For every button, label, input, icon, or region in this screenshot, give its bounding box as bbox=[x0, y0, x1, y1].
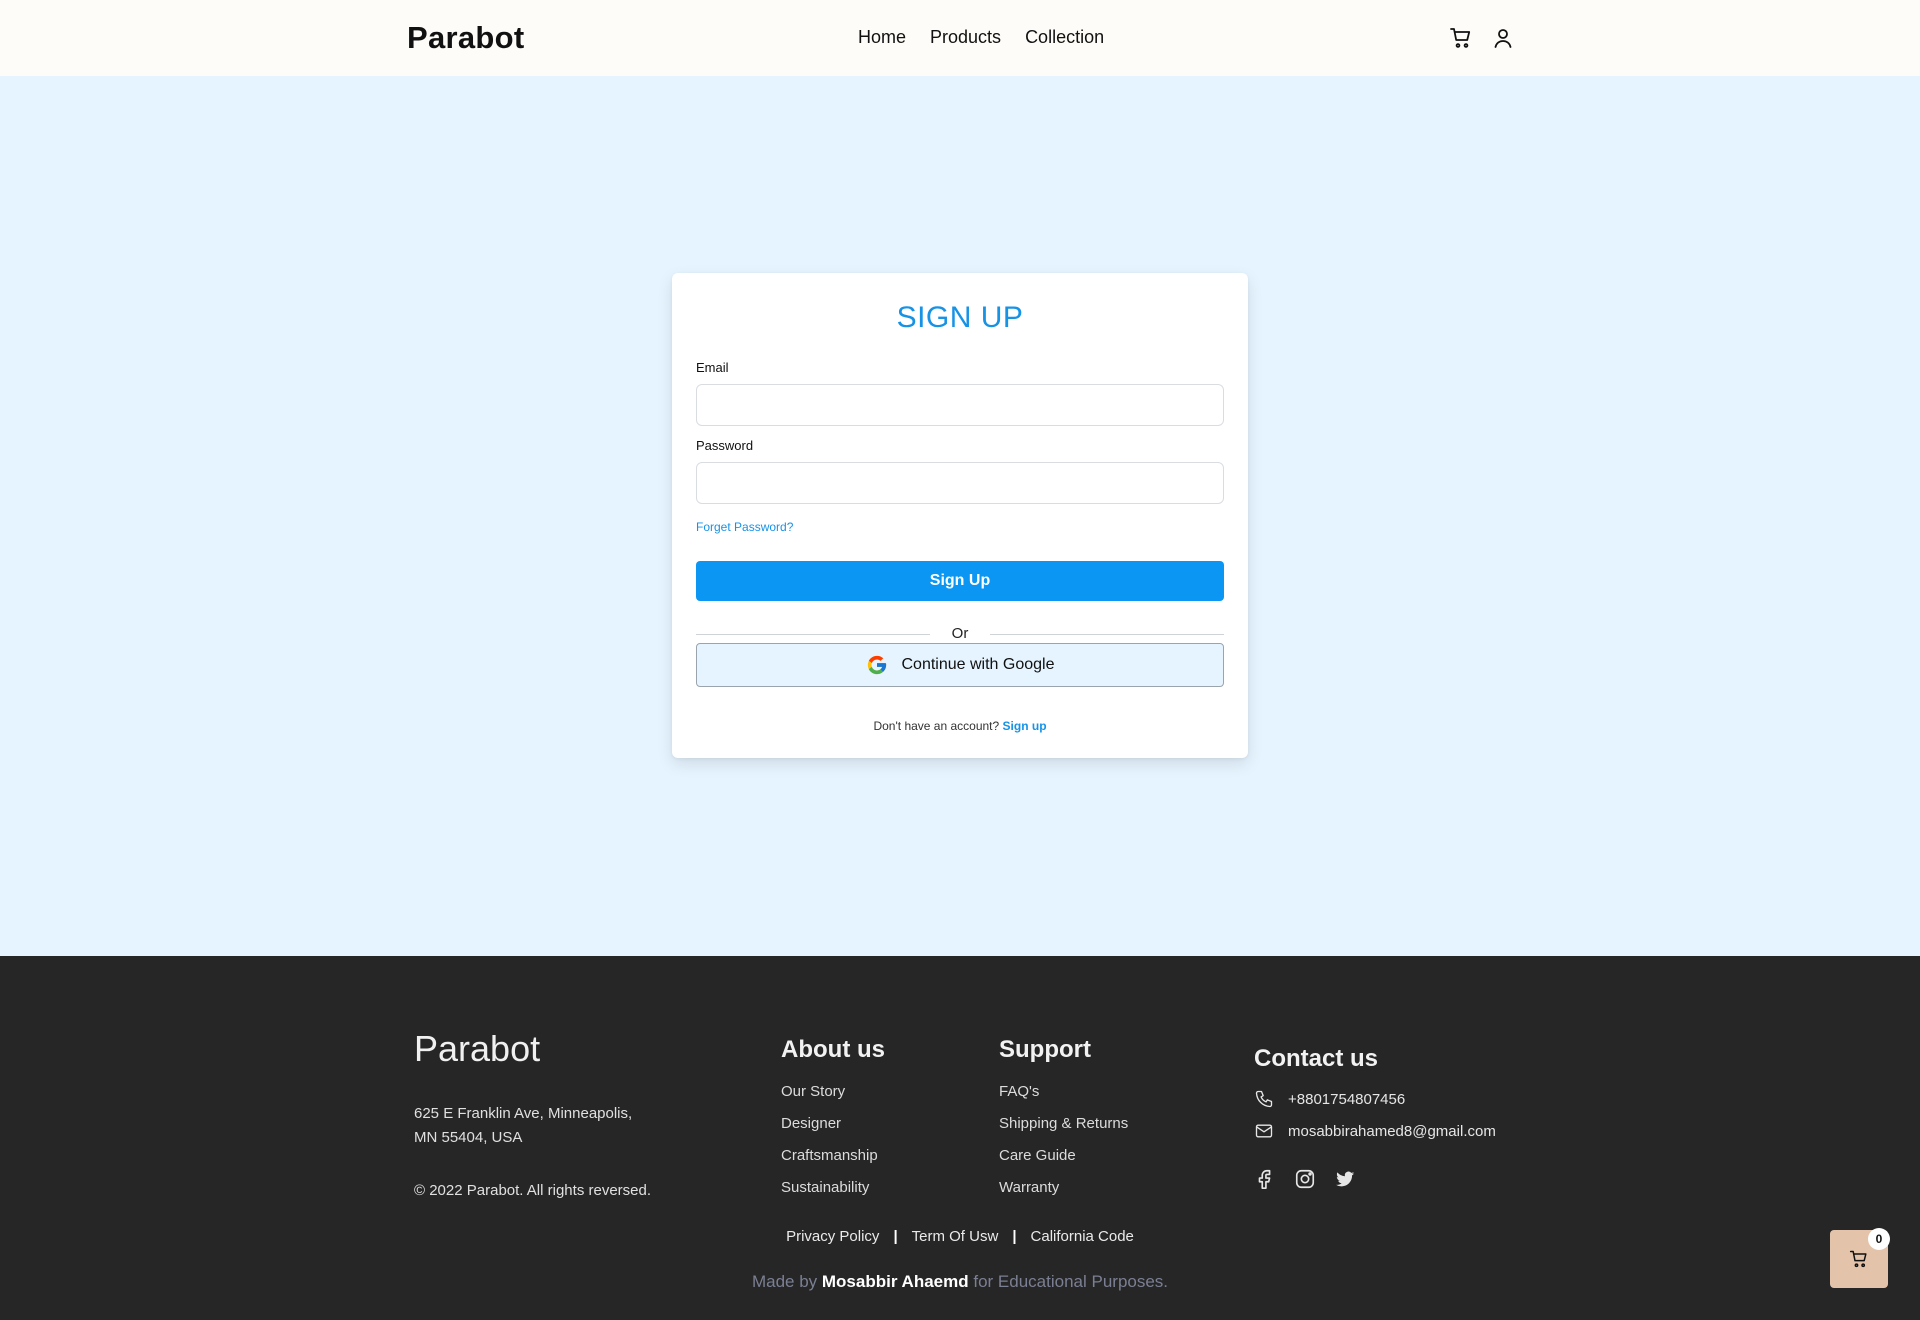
email-address: mosabbirahamed8@gmail.com bbox=[1288, 1122, 1496, 1140]
mail-icon bbox=[1254, 1121, 1274, 1141]
footer-link-care-guide[interactable]: Care Guide bbox=[999, 1140, 1128, 1172]
signup-card: SIGN UP Email Password Forget Password? … bbox=[672, 273, 1248, 758]
footer-link-faqs[interactable]: FAQ's bbox=[999, 1076, 1128, 1108]
made-by-prefix: Made by bbox=[751, 1272, 818, 1291]
password-field[interactable] bbox=[696, 462, 1224, 504]
support-links: FAQ's Shipping & Returns Care Guide Warr… bbox=[999, 1076, 1128, 1204]
legal-separator: | bbox=[1012, 1228, 1017, 1245]
password-label: Password bbox=[696, 438, 754, 453]
footer-link-warranty[interactable]: Warranty bbox=[999, 1172, 1128, 1204]
signup-link[interactable]: Sign up bbox=[1003, 719, 1047, 733]
social-links bbox=[1254, 1168, 1356, 1190]
privacy-policy-link[interactable]: Privacy Policy bbox=[786, 1228, 879, 1245]
no-account-text: Don't have an account? bbox=[873, 719, 1000, 733]
google-icon bbox=[866, 654, 888, 676]
brand-logo[interactable]: Parabot bbox=[407, 20, 525, 56]
signup-button[interactable]: Sign Up bbox=[696, 561, 1224, 601]
address-line-2: MN 55404, USA bbox=[414, 1129, 523, 1146]
footer-brand: Parabot bbox=[414, 1028, 541, 1069]
legal-separator: | bbox=[893, 1228, 898, 1245]
cart-icon bbox=[1849, 1249, 1869, 1269]
forgot-password-link[interactable]: Forget Password? bbox=[696, 520, 793, 534]
site-footer: Parabot 625 E Franklin Ave, Minneapolis,… bbox=[0, 956, 1920, 1320]
footer-address: 625 E Franklin Ave, Minneapolis, MN 5540… bbox=[414, 1102, 674, 1150]
footer-copyright: © 2022 Parabot. All rights reversed. bbox=[414, 1182, 652, 1199]
author-name: Mosabbir Ahaemd bbox=[821, 1272, 969, 1291]
address-line-1: 625 E Franklin Ave, Minneapolis, bbox=[414, 1105, 633, 1122]
twitter-icon[interactable] bbox=[1334, 1168, 1356, 1190]
signup-title: SIGN UP bbox=[896, 301, 1024, 334]
facebook-icon[interactable] bbox=[1254, 1168, 1276, 1190]
google-signin-button[interactable]: Continue with Google bbox=[696, 643, 1224, 687]
cart-icon[interactable] bbox=[1449, 26, 1473, 50]
support-title: Support bbox=[999, 1036, 1091, 1063]
about-links: Our Story Designer Craftsmanship Sustain… bbox=[781, 1076, 878, 1204]
phone-icon bbox=[1254, 1089, 1274, 1109]
nav-products[interactable]: Products bbox=[930, 27, 1001, 48]
contact-title: Contact us bbox=[1254, 1045, 1379, 1072]
terms-link[interactable]: Term Of Usw bbox=[912, 1228, 999, 1245]
footer-link-craftsmanship[interactable]: Craftsmanship bbox=[781, 1140, 878, 1172]
or-divider: Or bbox=[696, 625, 1224, 645]
footer-link-designer[interactable]: Designer bbox=[781, 1108, 878, 1140]
about-title: About us bbox=[781, 1036, 885, 1063]
made-by: Made by Mosabbir Ahaemd for Educational … bbox=[0, 1272, 1920, 1292]
divider-line-right bbox=[990, 634, 1224, 635]
google-button-label: Continue with Google bbox=[901, 656, 1055, 673]
cart-count-badge: 0 bbox=[1868, 1228, 1890, 1250]
california-code-link[interactable]: California Code bbox=[1031, 1228, 1134, 1245]
contact-phone[interactable]: +8801754807456 bbox=[1254, 1089, 1405, 1109]
instagram-icon[interactable] bbox=[1294, 1168, 1316, 1190]
site-header: Parabot Home Products Collection bbox=[0, 0, 1920, 76]
main-nav: Home Products Collection bbox=[858, 27, 1104, 48]
legal-links: Privacy Policy | Term Of Usw | California Co… bbox=[0, 1228, 1920, 1245]
floating-cart-button[interactable]: 0 bbox=[1830, 1228, 1890, 1288]
email-label: Email bbox=[696, 360, 729, 375]
user-icon[interactable] bbox=[1491, 26, 1515, 50]
made-by-suffix: for Educational Purposes. bbox=[973, 1272, 1169, 1291]
signup-prompt: Don't have an account? Sign up bbox=[672, 719, 1248, 733]
footer-link-shipping[interactable]: Shipping & Returns bbox=[999, 1108, 1128, 1140]
footer-link-our-story[interactable]: Our Story bbox=[781, 1076, 878, 1108]
contact-email[interactable]: mosabbirahamed8@gmail.com bbox=[1254, 1121, 1496, 1141]
email-field[interactable] bbox=[696, 384, 1224, 426]
phone-number: +8801754807456 bbox=[1288, 1090, 1406, 1108]
nav-collection[interactable]: Collection bbox=[1025, 27, 1104, 48]
footer-link-sustainability[interactable]: Sustainability bbox=[781, 1172, 878, 1204]
nav-home[interactable]: Home bbox=[858, 27, 906, 48]
